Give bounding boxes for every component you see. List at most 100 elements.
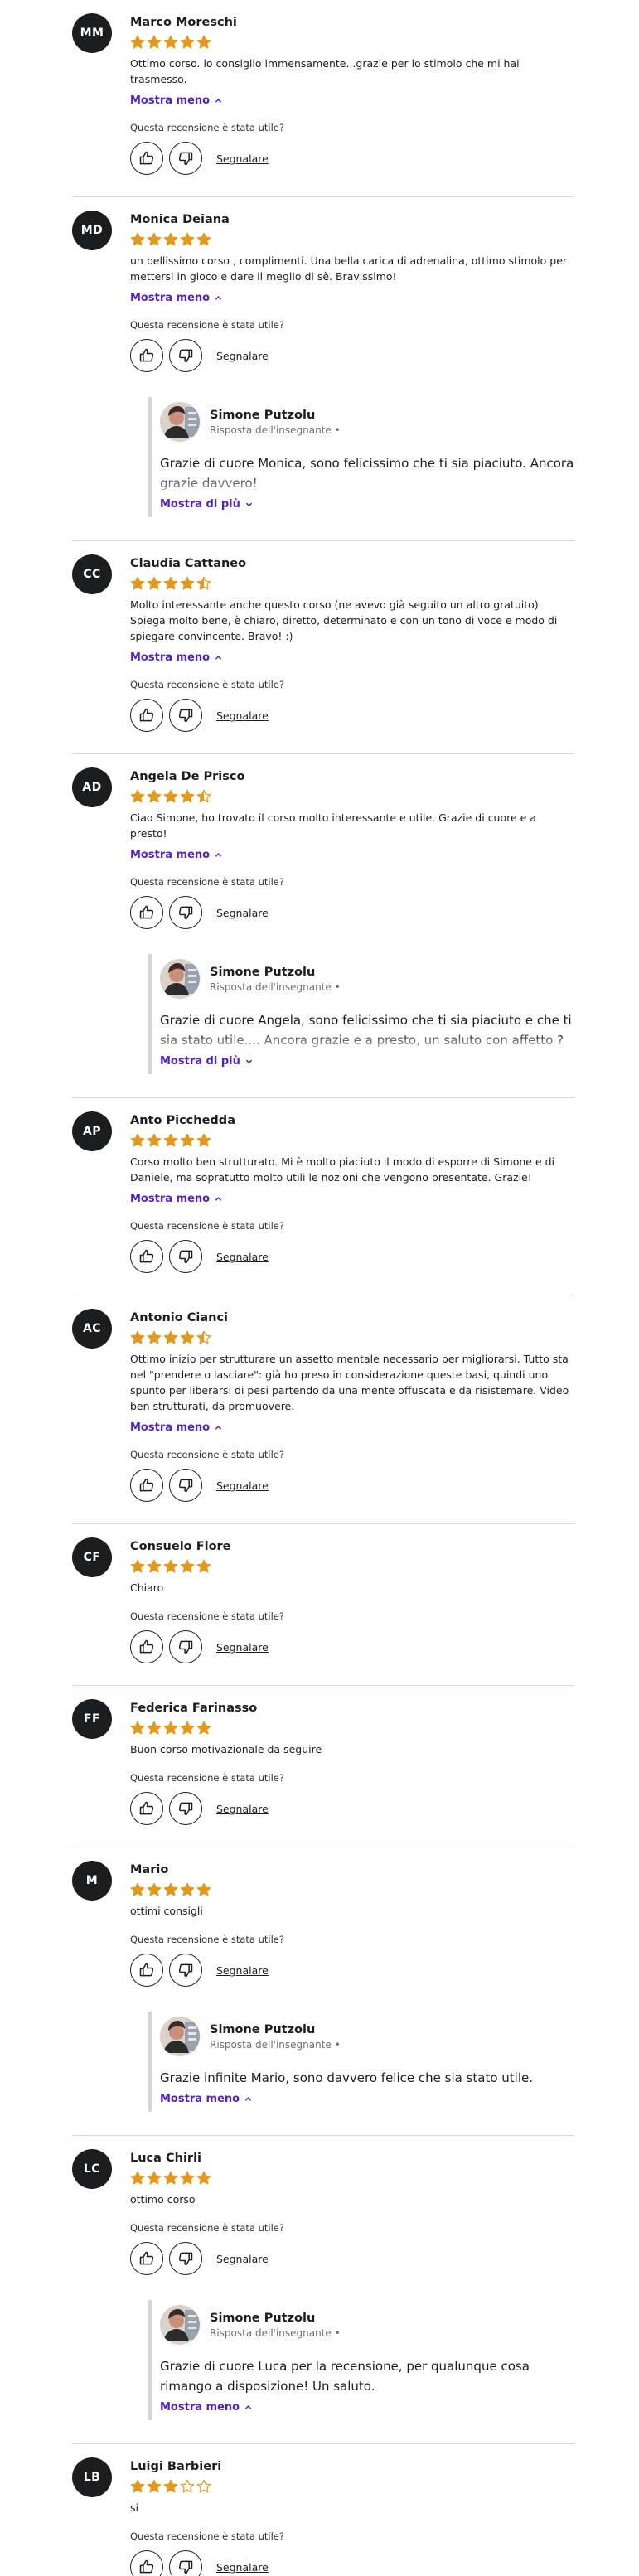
thumbs-up-icon: [139, 905, 154, 919]
dislike-button[interactable]: [169, 339, 202, 372]
report-link[interactable]: Segnalare: [216, 1479, 269, 1492]
like-button[interactable]: [130, 699, 163, 732]
review-text: ottimo corso: [130, 2193, 196, 2206]
star-icon: [163, 1330, 178, 1344]
star-icon: [130, 1133, 145, 1147]
star-rating: [130, 35, 574, 50]
review-item: MD Monica Deiana un bellissimo corso , com…: [72, 197, 574, 541]
report-link[interactable]: Segnalare: [216, 1803, 269, 1815]
show-less-toggle[interactable]: Mostra meno: [130, 292, 222, 304]
show-more-label: Mostra di più: [160, 1055, 240, 1068]
chevron-down-icon: [245, 502, 253, 507]
report-link[interactable]: Segnalare: [216, 1641, 269, 1654]
report-link[interactable]: Segnalare: [216, 907, 269, 919]
dislike-button[interactable]: [169, 1240, 202, 1273]
reviewer-name: Monica Deiana: [130, 213, 230, 226]
show-less-toggle[interactable]: Mostra meno: [130, 849, 222, 861]
report-link[interactable]: Segnalare: [216, 1964, 269, 1977]
show-more-toggle[interactable]: Mostra di più: [160, 1055, 253, 1068]
review-text: Corso molto ben strutturato. Mi è molto …: [130, 1155, 555, 1184]
report-link[interactable]: Segnalare: [216, 2561, 269, 2574]
review-actions: Segnalare: [130, 1954, 574, 2008]
instructor-role: Risposta dell'insegnante •: [210, 424, 341, 436]
star-icon: [180, 576, 195, 590]
star-icon: [130, 35, 145, 49]
star-icon: [196, 1882, 211, 1896]
review-text: Molto interessante anche questo corso (n…: [130, 598, 558, 642]
dislike-button[interactable]: [169, 896, 202, 929]
chevron-down-icon: [245, 1059, 253, 1064]
dislike-button[interactable]: [169, 2550, 202, 2576]
star-icon: [147, 1721, 162, 1735]
star-icon: [180, 1133, 195, 1147]
like-button[interactable]: [130, 142, 163, 175]
like-button[interactable]: [130, 896, 163, 929]
instructor-name: Simone Putzolu: [210, 2022, 316, 2036]
like-button[interactable]: [130, 1240, 163, 1273]
thumbs-up-icon: [139, 348, 154, 362]
star-icon: [130, 2479, 145, 2493]
show-more-toggle[interactable]: Mostra di più: [160, 498, 253, 511]
dislike-button[interactable]: [169, 699, 202, 732]
thumbs-down-icon: [178, 2252, 193, 2266]
star-icon: [130, 1559, 145, 1573]
thumbs-up-icon: [139, 2559, 154, 2574]
report-link[interactable]: Segnalare: [216, 1251, 269, 1263]
reviewer-avatar: AC: [72, 1309, 112, 1349]
response-text: Grazie di cuore Angela, sono felicissimo…: [160, 1013, 572, 1048]
review-item: AP Anto Picchedda Corso molto ben struttur…: [72, 1098, 574, 1295]
chevron-up-icon: [215, 853, 222, 857]
like-button[interactable]: [130, 1954, 163, 1987]
show-less-toggle[interactable]: Mostra meno: [130, 1193, 222, 1205]
review-actions: Segnalare: [130, 142, 574, 196]
dislike-button[interactable]: [169, 142, 202, 175]
review-actions: Segnalare: [130, 2550, 574, 2576]
show-less-label: Mostra meno: [130, 651, 211, 664]
like-button[interactable]: [130, 1792, 163, 1825]
review-item: MM Marco Moreschi Ottimo corso. lo consigl…: [72, 0, 574, 197]
response-header: Simone Putzolu Risposta dell'insegnante •: [160, 2305, 574, 2345]
show-less-toggle[interactable]: Mostra meno: [160, 2401, 252, 2414]
star-icon: [180, 1559, 195, 1573]
review-text: ottimi consigli: [130, 1905, 203, 1917]
reviewer-avatar: LB: [72, 2457, 112, 2497]
helpful-question: Questa recensione è stata utile?: [130, 1934, 284, 1945]
reviewer-avatar: CC: [72, 554, 112, 594]
thumbs-down-icon: [178, 1802, 193, 1816]
star-rating: [130, 232, 574, 247]
dislike-button[interactable]: [169, 1469, 202, 1502]
star-icon: [196, 35, 211, 49]
review-item: LC Luca Chirli ottimo corso Questa recensio…: [72, 2136, 574, 2444]
report-link[interactable]: Segnalare: [216, 153, 269, 165]
report-link[interactable]: Segnalare: [216, 2253, 269, 2265]
helpful-question: Questa recensione è stata utile?: [130, 1449, 284, 1460]
like-button[interactable]: [130, 1630, 163, 1663]
like-button[interactable]: [130, 2550, 163, 2576]
report-link[interactable]: Segnalare: [216, 709, 269, 722]
review-actions: Segnalare: [130, 896, 574, 951]
star-icon: [196, 1559, 211, 1573]
show-less-toggle[interactable]: Mostra meno: [130, 94, 222, 107]
thumbs-down-icon: [178, 1479, 193, 1493]
like-button[interactable]: [130, 339, 163, 372]
report-link[interactable]: Segnalare: [216, 350, 269, 362]
show-less-toggle[interactable]: Mostra meno: [130, 1421, 222, 1434]
thumbs-down-icon: [178, 709, 193, 723]
review-text: Ciao Simone, ho trovato il corso molto i…: [130, 811, 536, 840]
show-less-toggle[interactable]: Mostra meno: [160, 2093, 252, 2105]
star-half-icon: [196, 789, 211, 803]
thumbs-up-icon: [139, 708, 154, 722]
dislike-button[interactable]: [169, 1954, 202, 1987]
chevron-up-icon: [244, 2097, 252, 2101]
dislike-button[interactable]: [169, 1630, 202, 1663]
star-icon: [147, 789, 162, 803]
dislike-button[interactable]: [169, 1792, 202, 1825]
show-less-label: Mostra meno: [130, 1193, 211, 1205]
response-header: Simone Putzolu Risposta dell'insegnante •: [160, 402, 574, 442]
like-button[interactable]: [130, 1469, 163, 1502]
like-button[interactable]: [130, 2242, 163, 2275]
show-less-toggle[interactable]: Mostra meno: [130, 651, 222, 664]
reviewer-name: Consuelo Flore: [130, 1540, 231, 1553]
dislike-button[interactable]: [169, 2242, 202, 2275]
instructor-avatar: [160, 402, 200, 442]
